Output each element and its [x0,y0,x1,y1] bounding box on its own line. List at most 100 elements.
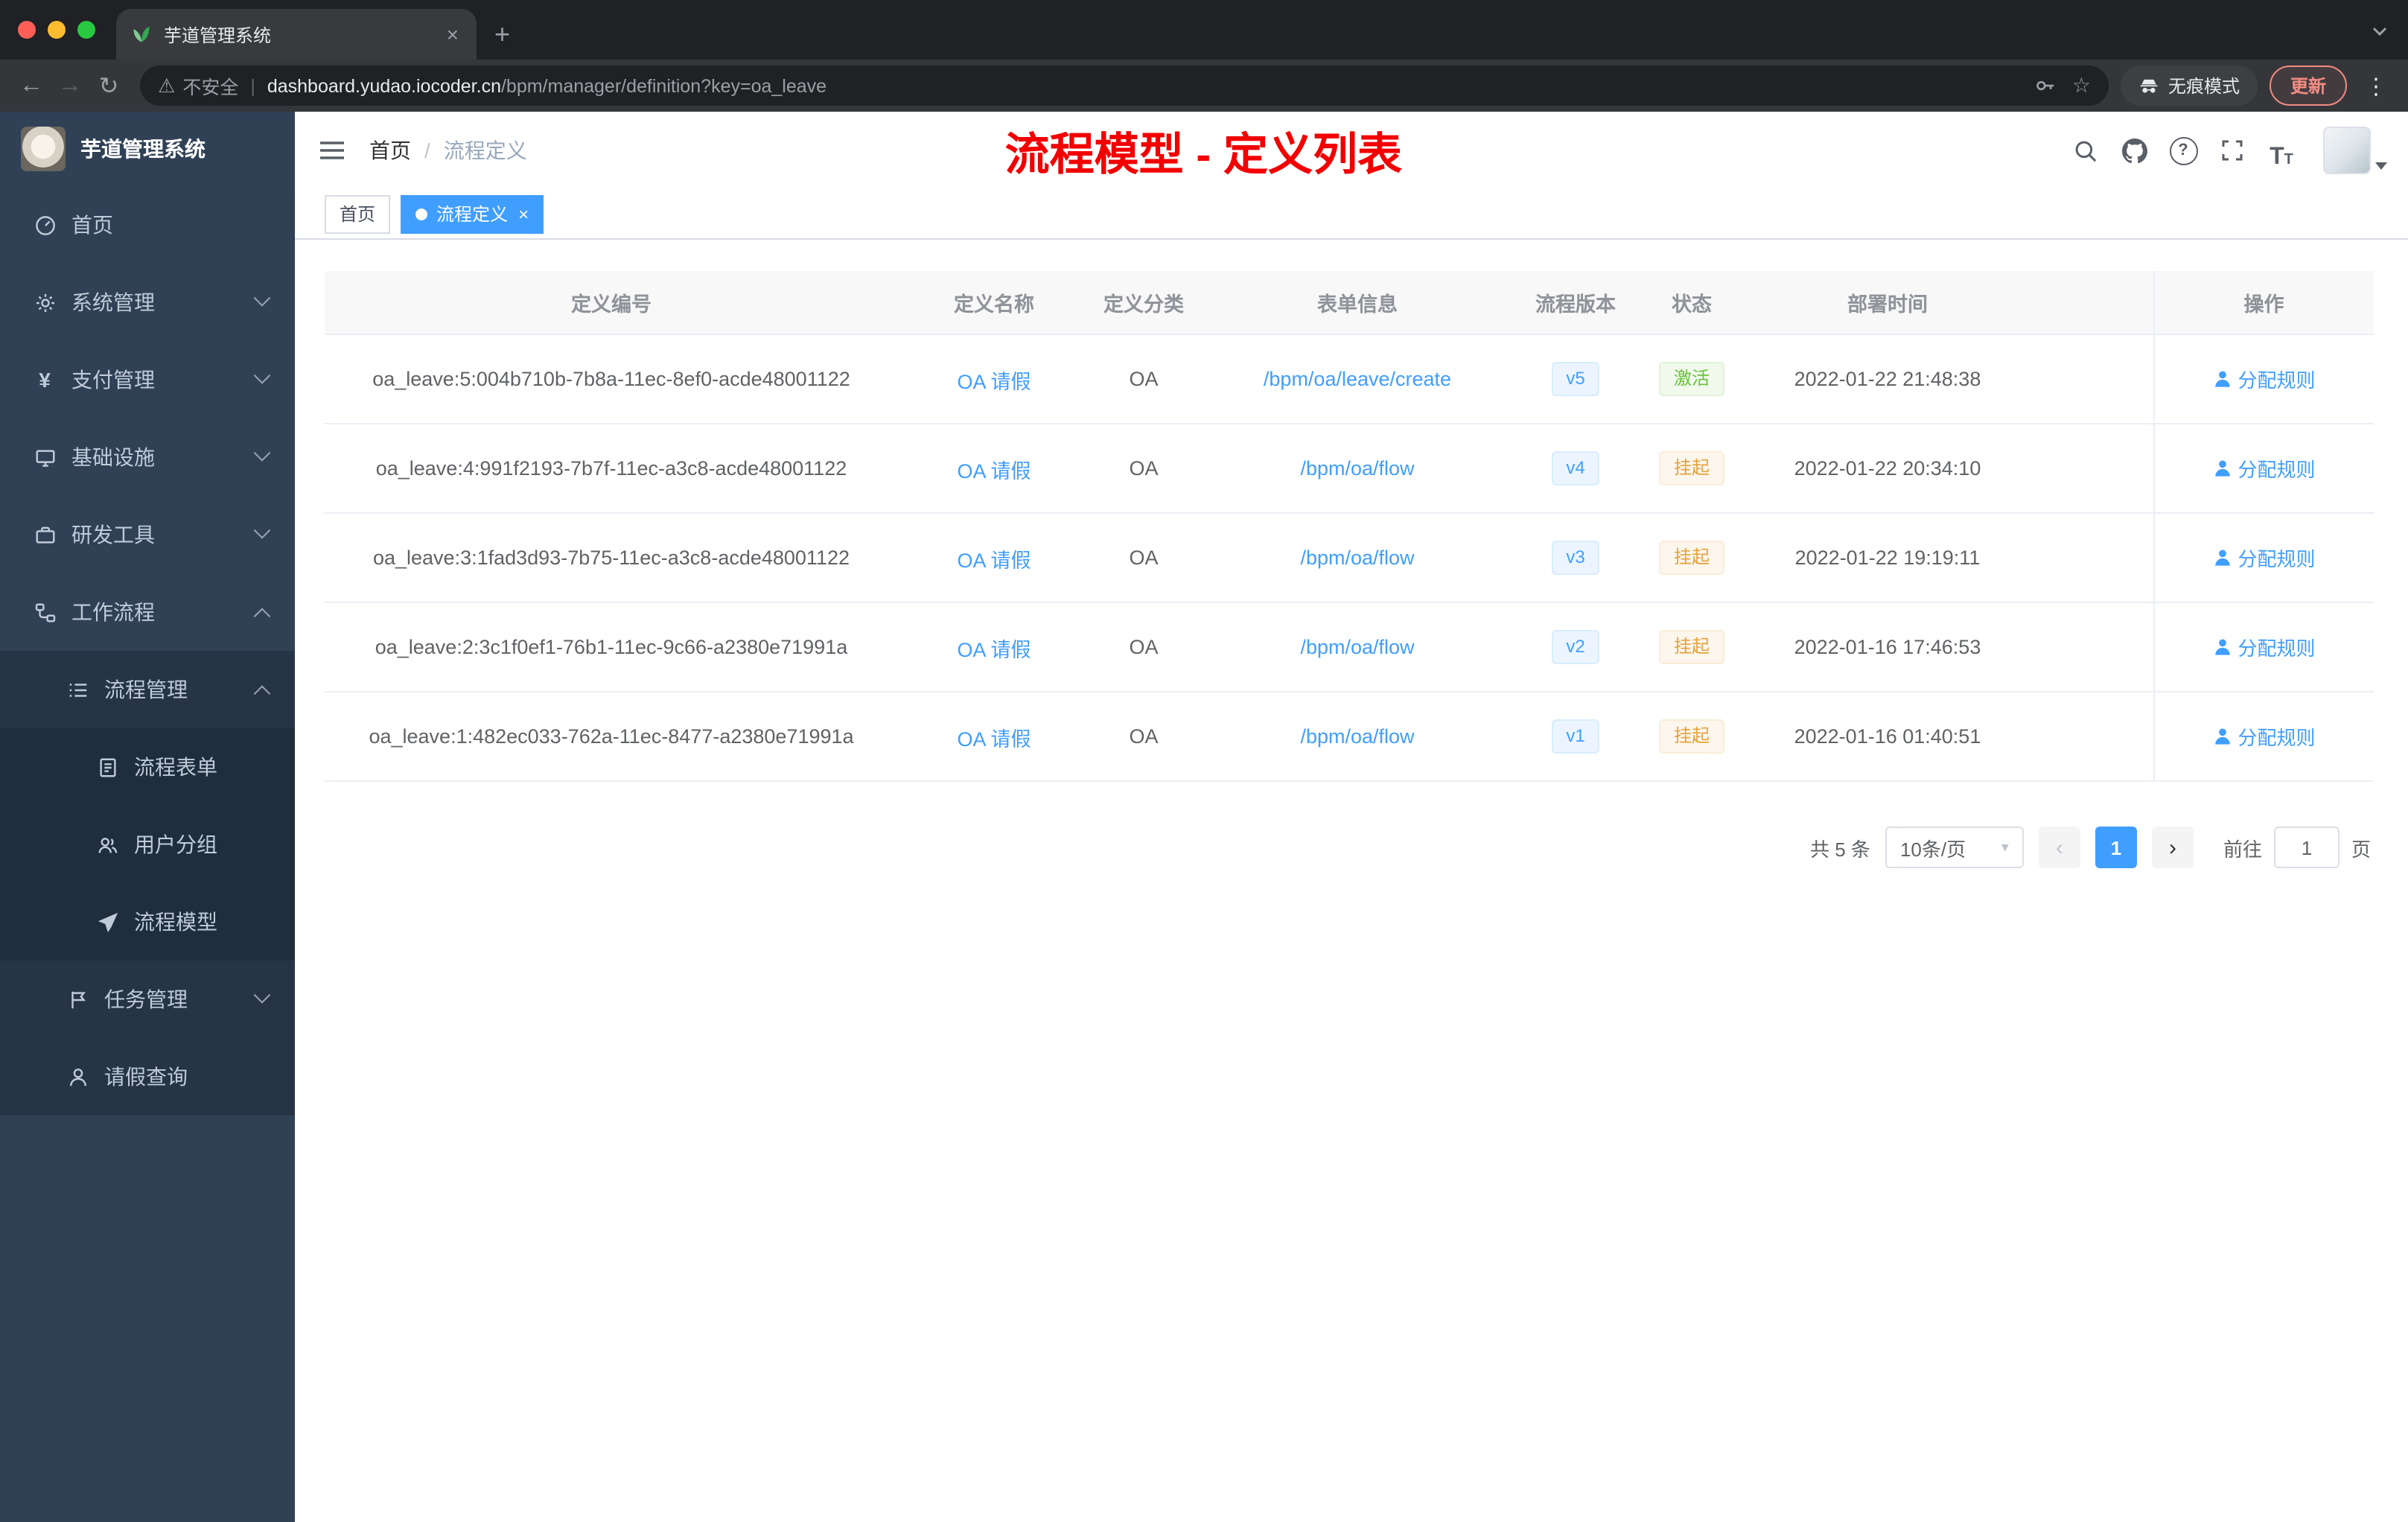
reload-button[interactable]: ↻ [89,66,128,105]
table-row: oa_leave:4:991f2193-7b7f-11ec-a3c8-acde4… [325,424,2374,514]
browser-menu-icon[interactable]: ⋮ [2356,72,2396,99]
close-window-button[interactable] [18,21,36,39]
prev-page-button[interactable]: ‹ [2038,827,2080,868]
key-icon[interactable] [2035,74,2057,97]
main-area: 首页 / 流程定义 流程模型 - 定义列表 ? T T 首页 流程定义 × 定义… [295,112,2408,1522]
cell-category: OA [1090,513,1197,603]
cell-spacer [2025,334,2153,424]
forward-button[interactable]: → [51,66,89,105]
assign-rule-button[interactable]: 分配规则 [2212,633,2316,661]
status-badge: 挂起 [1658,541,1724,575]
zoom-window-button[interactable] [77,21,95,39]
chevron-down-icon [253,367,271,384]
definition-name-link[interactable]: OA 请假 [957,727,1031,750]
pagination-total: 共 5 条 [1810,838,1870,860]
new-tab-button[interactable]: + [477,9,528,60]
form-info-link[interactable]: /bpm/oa/flow [1300,457,1414,480]
definition-name-link[interactable]: OA 请假 [957,370,1031,392]
bookmark-star-icon[interactable]: ☆ [2072,73,2091,98]
assign-rule-button[interactable]: 分配规则 [2212,722,2316,751]
sidebar-item-label: 流程管理 [104,678,188,701]
breadcrumb-home[interactable]: 首页 [369,136,411,165]
page-size-select[interactable]: 10条/页 ▾ [1885,827,2024,868]
help-icon[interactable]: ? [2164,131,2202,170]
sidebar-item-label: 系统管理 [71,290,155,314]
font-size-icon[interactable]: TT [2262,131,2301,170]
cell-deploy-time: 2022-01-16 17:46:53 [1750,602,2025,692]
sidebar-item-devtools[interactable]: 研发工具 [0,496,295,573]
assign-rule-button[interactable]: 分配规则 [2212,454,2316,483]
sidebar-item-user-group[interactable]: 用户分组 [0,806,295,883]
definition-table: 定义编号 定义名称 定义分类 表单信息 流程版本 状态 部署时间 操作 oa_l… [325,271,2374,782]
app-title: 芋道管理系统 [80,137,206,161]
form-info-link[interactable]: /bpm/oa/flow [1300,636,1414,658]
incognito-label: 无痕模式 [2167,76,2240,97]
cell-deploy-time: 2022-01-22 21:48:38 [1750,334,2025,424]
security-label[interactable]: 不安全 [182,71,238,100]
definition-name-link[interactable]: OA 请假 [957,549,1031,571]
column-header: 流程版本 [1517,271,1634,335]
status-badge: 挂起 [1658,719,1724,754]
sidebar-item-infrastructure[interactable]: 基础设施 [0,418,295,496]
sidebar-item-leave-query[interactable]: 请假查询 [0,1038,295,1115]
sidebar-item-payment[interactable]: ¥ 支付管理 [0,341,295,418]
definition-name-link[interactable]: OA 请假 [957,638,1031,660]
avatar [2323,127,2371,174]
url-path: /bpm/manager/definition?key=oa_leave [500,75,827,96]
tab-close-icon[interactable]: × [444,22,462,46]
paper-plane-icon [95,910,119,934]
pagination: 共 5 条 10条/页 ▾ ‹ 1 › 前往 页 [325,827,2374,868]
tag-home[interactable]: 首页 [325,194,391,233]
incognito-badge: 无痕模式 [2120,66,2258,106]
form-info-link[interactable]: /bpm/oa/flow [1300,725,1414,748]
form-info-link[interactable]: /bpm/oa/leave/create [1264,368,1451,390]
screen: 芋道管理系统 × + ← → ↻ ⚠ 不安全 | dashboard.yudao… [0,0,2408,1522]
next-page-button[interactable]: › [2151,827,2194,868]
definition-name-link[interactable]: OA 请假 [957,459,1031,482]
sidebar-item-workflow[interactable]: 工作流程 [0,573,295,651]
goto-label: 前往 [2223,838,2262,860]
breadcrumb: 首页 / 流程定义 [369,136,527,165]
document-icon [95,755,119,779]
cell-spacer [2025,692,2153,782]
sidebar-header[interactable]: 芋道管理系统 [0,112,295,186]
tab-search-chevron-icon[interactable] [2372,16,2408,43]
sidebar-item-label: 基础设施 [71,445,155,469]
url-text[interactable]: dashboard.yudao.iocoder.cn/bpm/manager/d… [267,75,2020,96]
column-header: 部署时间 [1750,271,2025,335]
sidebar-collapse-icon[interactable] [295,138,369,162]
search-icon[interactable] [2065,131,2104,170]
yen-icon: ¥ [39,368,51,392]
assign-rule-button[interactable]: 分配规则 [2212,544,2316,572]
workflow-icon [33,600,57,624]
sidebar-item-home[interactable]: 首页 [0,186,295,264]
assign-rule-button[interactable]: 分配规则 [2212,365,2316,393]
sidebar-item-process-management[interactable]: 流程管理 [0,651,295,728]
tag-close-icon[interactable]: × [518,205,529,223]
sidebar-item-process-form[interactable]: 流程表单 [0,728,295,806]
goto-page-input[interactable] [2273,827,2339,868]
update-button[interactable]: 更新 [2269,66,2347,106]
sidebar-item-process-model[interactable]: 流程模型 [0,883,295,961]
current-page-button[interactable]: 1 [2095,827,2137,868]
divider: | [250,75,255,96]
sidebar-item-label: 工作流程 [71,600,155,624]
cell-definition-id: oa_leave:4:991f2193-7b7f-11ec-a3c8-acde4… [325,424,898,514]
form-info-link[interactable]: /bpm/oa/flow [1300,547,1414,569]
fullscreen-icon[interactable] [2213,131,2252,170]
minimize-window-button[interactable] [48,21,66,39]
address-bar[interactable]: ⚠ 不安全 | dashboard.yudao.iocoder.cn/bpm/m… [140,66,2109,106]
sidebar-item-system[interactable]: 系统管理 [0,264,295,341]
cell-definition-id: oa_leave:5:004b710b-7b8a-11ec-8ef0-acde4… [325,334,898,424]
back-button[interactable]: ← [12,66,51,105]
user-group-icon [95,832,119,856]
tag-process-definition[interactable]: 流程定义 × [401,194,544,233]
tab-title: 芋道管理系统 [164,25,272,45]
browser-tab[interactable]: 芋道管理系统 × [116,9,477,60]
cell-category: OA [1090,424,1197,514]
github-icon[interactable] [2115,131,2153,170]
page-unit-label: 页 [2351,838,2371,860]
table-row: oa_leave:1:482ec033-762a-11ec-8477-a2380… [325,692,2374,782]
sidebar-item-task-management[interactable]: 任务管理 [0,961,295,1038]
user-avatar-menu[interactable] [2323,127,2387,174]
